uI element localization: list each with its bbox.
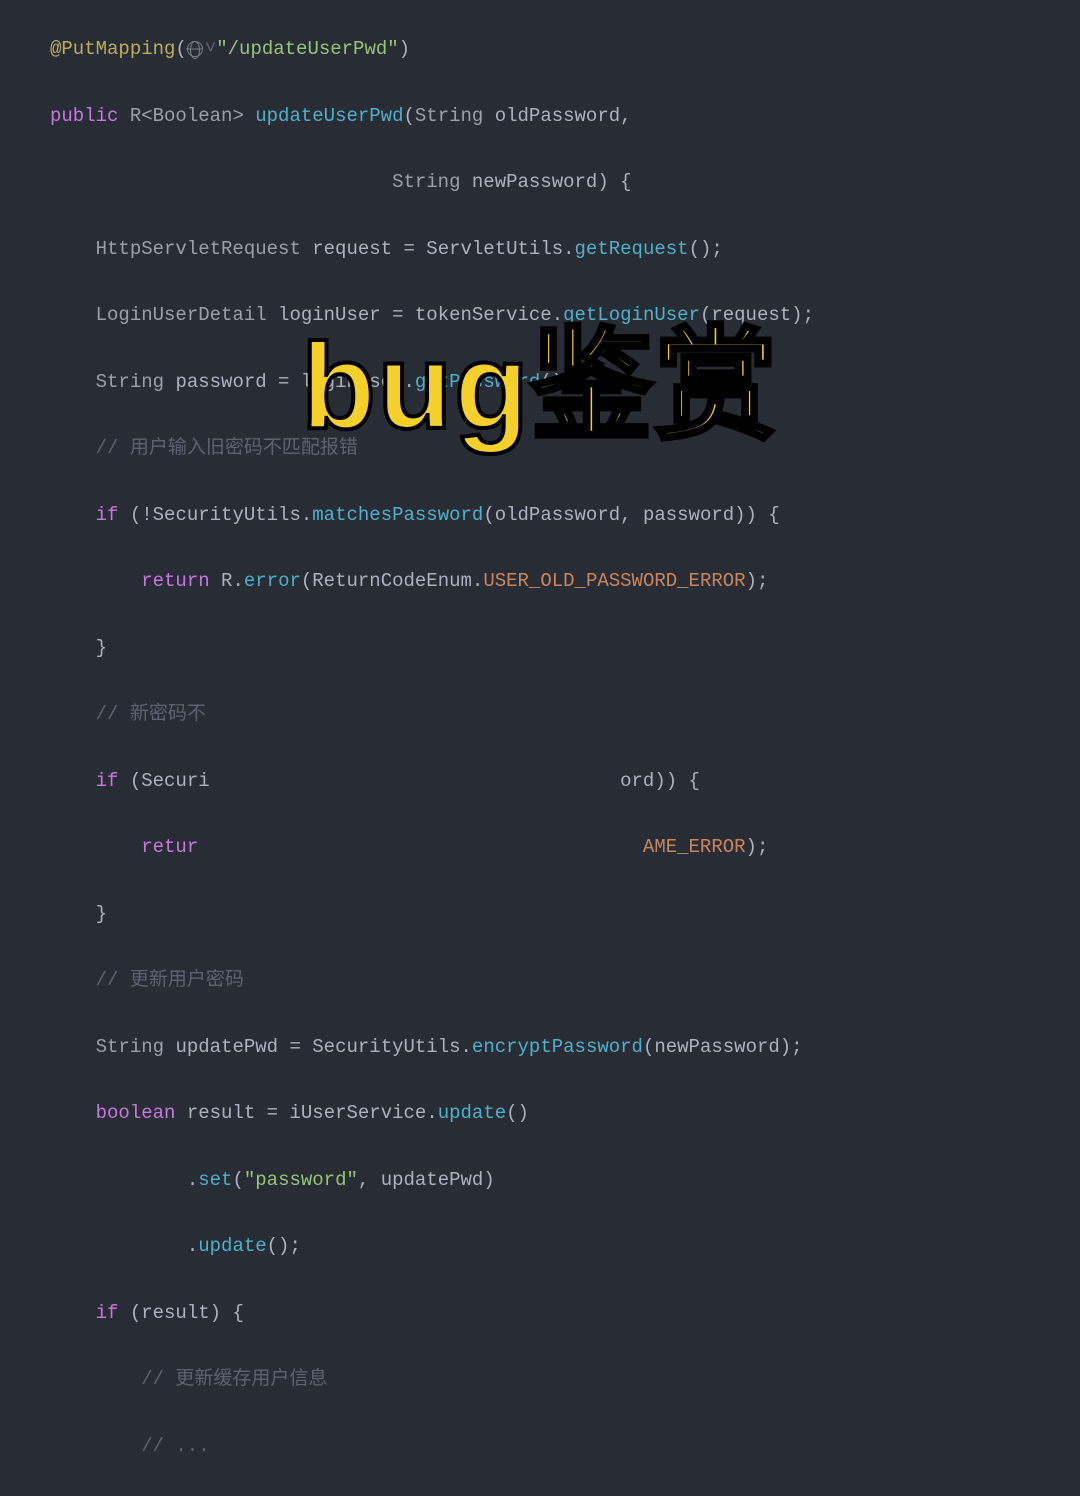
code-line: String newPassword) { [50,166,1080,199]
globe-icon [187,41,203,57]
code-line: // 更新用户密码 [50,964,1080,997]
code-line: if (result) { [50,1297,1080,1330]
code-editor: @PutMapping(˅"/updateUserPwd") public R<… [0,0,1080,1496]
code-line: .update(); [50,1230,1080,1263]
code-line: } [50,632,1080,665]
code-line: @PutMapping(˅"/updateUserPwd") [50,33,1080,66]
code-line: .set("password", updatePwd) [50,1164,1080,1197]
code-line: String updatePwd = SecurityUtils.encrypt… [50,1031,1080,1064]
code-line: } [50,898,1080,931]
code-line: returxxxxxxxxxxxxxxxxxxxxxxxxxxxxxxxxxxx… [50,831,1080,864]
code-line: // 更新缓存用户信息 [50,1363,1080,1396]
code-line: // 新密码不 [50,698,1080,731]
code-line: if (!SecurityUtils.matchesPassword(oldPa… [50,499,1080,532]
overlay-title: bug鉴赏 [301,280,779,494]
code-line: boolean result = iUserService.update() [50,1097,1080,1130]
annotation: @PutMapping [50,38,175,60]
code-line: return R.error(ReturnCodeEnum.USER_OLD_P… [50,565,1080,598]
code-line: HttpServletRequest request = ServletUtil… [50,233,1080,266]
code-line: if (Securixxxxxxxxxxxxxxxxxxxxxxxxxxxxxx… [50,765,1080,798]
code-line: public R<Boolean> updateUserPwd(String o… [50,100,1080,133]
code-line: // ... [50,1430,1080,1463]
